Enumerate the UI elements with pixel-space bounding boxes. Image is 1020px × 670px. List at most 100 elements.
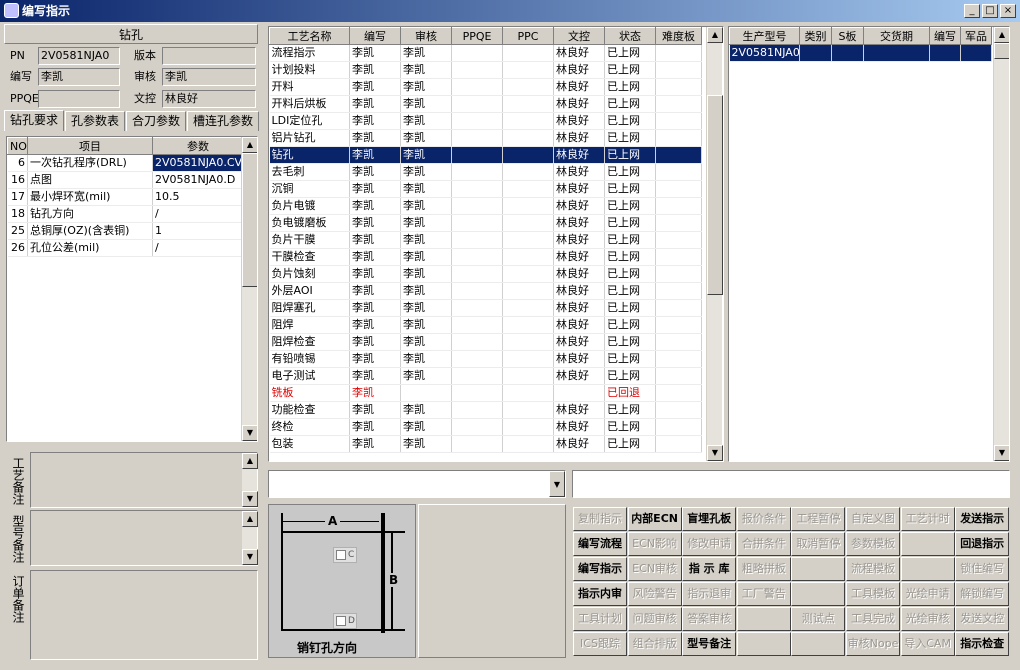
production-cell[interactable] bbox=[799, 44, 832, 62]
action-button[interactable]: 解锁编写 bbox=[955, 582, 1010, 606]
process-cell[interactable]: 李凯 bbox=[349, 129, 401, 147]
action-button[interactable]: 问题审核 bbox=[627, 607, 682, 631]
process-cell[interactable]: 李凯 bbox=[400, 401, 452, 419]
process-cell[interactable]: 负片蚀刻 bbox=[269, 265, 350, 283]
process-cell[interactable]: 流程指示 bbox=[269, 44, 350, 62]
process-cell[interactable]: 李凯 bbox=[349, 418, 401, 436]
process-cell[interactable]: 李凯 bbox=[349, 44, 401, 62]
action-button[interactable]: ICS跟踪 bbox=[573, 632, 627, 656]
scroll-down-icon[interactable]: ▼ bbox=[994, 445, 1009, 461]
process-cell[interactable]: 已上网 bbox=[604, 214, 656, 232]
process-cell[interactable]: 李凯 bbox=[349, 367, 401, 385]
empty-button[interactable] bbox=[791, 582, 846, 606]
production-cell[interactable] bbox=[960, 44, 992, 62]
param-cell[interactable]: 16 bbox=[7, 171, 28, 189]
process-row[interactable]: 负电镀磨板 李凯 李凯 林良好 已上网 bbox=[269, 214, 702, 232]
process-cell[interactable]: 林良好 bbox=[553, 299, 605, 317]
empty-button[interactable] bbox=[791, 632, 846, 656]
production-cell[interactable]: 2V0581NJA0 bbox=[729, 44, 800, 62]
process-cell[interactable]: 负片电镀 bbox=[269, 197, 350, 215]
maximize-button[interactable]: □ bbox=[982, 4, 998, 18]
process-row[interactable]: 沉铜 李凯 李凯 林良好 已上网 bbox=[269, 180, 702, 198]
process-cell[interactable]: 林良好 bbox=[553, 401, 605, 419]
process-cell[interactable] bbox=[502, 112, 554, 130]
param-header-item[interactable]: 项目 bbox=[27, 137, 153, 155]
process-cell[interactable]: 已上网 bbox=[604, 367, 656, 385]
production-cell[interactable] bbox=[831, 44, 864, 62]
process-cell[interactable] bbox=[655, 112, 702, 130]
action-button[interactable]: ECN影响 bbox=[627, 532, 682, 556]
param-cell[interactable]: 2V0581NJA0.CVIA bbox=[152, 154, 244, 172]
process-header-cell[interactable]: 文控 bbox=[553, 27, 605, 45]
process-cell[interactable]: 林良好 bbox=[553, 248, 605, 266]
action-button[interactable]: 取消暂停 bbox=[791, 532, 846, 556]
action-button[interactable]: 光绘申请 bbox=[900, 582, 955, 606]
process-cell[interactable] bbox=[451, 44, 503, 62]
process-scrollbar[interactable]: ▲ ▼ bbox=[706, 27, 723, 461]
tab-slot-params[interactable]: 槽连孔参数 bbox=[187, 111, 260, 131]
close-button[interactable]: × bbox=[1000, 4, 1016, 18]
process-cell[interactable] bbox=[502, 95, 554, 113]
process-cell[interactable] bbox=[451, 78, 503, 96]
action-button[interactable]: 修改申请 bbox=[682, 532, 737, 556]
process-cell[interactable] bbox=[451, 180, 503, 198]
author-field[interactable]: 李凯 bbox=[38, 68, 120, 86]
action-button[interactable]: 回退指示 bbox=[955, 532, 1010, 556]
process-cell[interactable]: 李凯 bbox=[349, 78, 401, 96]
process-cell[interactable] bbox=[502, 44, 554, 62]
process-cell[interactable] bbox=[451, 248, 503, 266]
process-row[interactable]: 开料 李凯 李凯 林良好 已上网 bbox=[269, 78, 702, 96]
action-button[interactable]: 导入CAM bbox=[900, 632, 955, 656]
production-cell[interactable] bbox=[863, 44, 930, 62]
process-cell[interactable]: 铣板 bbox=[269, 384, 350, 402]
process-cell[interactable]: 李凯 bbox=[400, 163, 452, 181]
process-cell[interactable]: 已上网 bbox=[604, 231, 656, 249]
process-cell[interactable] bbox=[502, 435, 554, 453]
process-cell[interactable]: 李凯 bbox=[349, 350, 401, 368]
scroll-down-icon[interactable]: ▼ bbox=[242, 549, 258, 565]
action-button[interactable]: 工程暂停 bbox=[791, 507, 846, 531]
process-cell[interactable]: 李凯 bbox=[400, 61, 452, 79]
action-button[interactable]: 内部ECN bbox=[627, 507, 682, 531]
process-cell[interactable]: 李凯 bbox=[349, 112, 401, 130]
process-row[interactable]: 负片蚀刻 李凯 李凯 林良好 已上网 bbox=[269, 265, 702, 283]
process-cell[interactable] bbox=[655, 248, 702, 266]
empty-button[interactable] bbox=[736, 607, 791, 631]
process-cell[interactable]: 林良好 bbox=[553, 129, 605, 147]
action-button[interactable]: 型号备注 bbox=[682, 632, 737, 656]
process-cell[interactable] bbox=[655, 95, 702, 113]
chevron-down-icon[interactable]: ▼ bbox=[549, 471, 565, 497]
process-row[interactable]: 铣板 李凯 已回退 bbox=[269, 384, 702, 402]
process-cell[interactable]: 李凯 bbox=[349, 231, 401, 249]
action-button[interactable]: 测试点 bbox=[791, 607, 846, 631]
ppqe-field[interactable] bbox=[38, 90, 120, 108]
process-cell[interactable] bbox=[655, 146, 702, 164]
order-memo[interactable] bbox=[30, 570, 258, 660]
process-cell[interactable]: 已上网 bbox=[604, 95, 656, 113]
process-cell[interactable]: 李凯 bbox=[349, 197, 401, 215]
process-cell[interactable]: 已上网 bbox=[604, 163, 656, 181]
process-cell[interactable] bbox=[451, 367, 503, 385]
process-row[interactable]: 钻孔 李凯 李凯 林良好 已上网 bbox=[269, 146, 702, 164]
param-cell[interactable]: 6 bbox=[7, 154, 28, 172]
process-cell[interactable]: 李凯 bbox=[400, 435, 452, 453]
param-row[interactable]: 16 点图 2V0581NJA0.D bbox=[7, 171, 244, 189]
process-cell[interactable]: 李凯 bbox=[349, 146, 401, 164]
process-cell[interactable] bbox=[502, 350, 554, 368]
process-cell[interactable] bbox=[451, 265, 503, 283]
action-button[interactable]: 工具模板 bbox=[846, 582, 900, 606]
process-cell[interactable]: 李凯 bbox=[349, 61, 401, 79]
process-cell[interactable] bbox=[655, 163, 702, 181]
scroll-up-icon[interactable]: ▲ bbox=[242, 511, 258, 527]
param-header-no[interactable]: NO bbox=[7, 137, 28, 155]
process-cell[interactable]: 李凯 bbox=[400, 129, 452, 147]
process-cell[interactable]: 李凯 bbox=[400, 265, 452, 283]
note-input[interactable] bbox=[572, 470, 1010, 498]
param-cell[interactable]: 18 bbox=[7, 205, 28, 223]
process-cell[interactable] bbox=[451, 401, 503, 419]
process-cell[interactable]: 李凯 bbox=[349, 95, 401, 113]
tab-drill-requirements[interactable]: 钻孔要求 bbox=[4, 110, 65, 131]
process-cell[interactable]: 李凯 bbox=[400, 44, 452, 62]
process-cell[interactable]: 李凯 bbox=[349, 435, 401, 453]
param-cell[interactable]: 总铜厚(OZ)(含表铜) bbox=[27, 222, 153, 240]
